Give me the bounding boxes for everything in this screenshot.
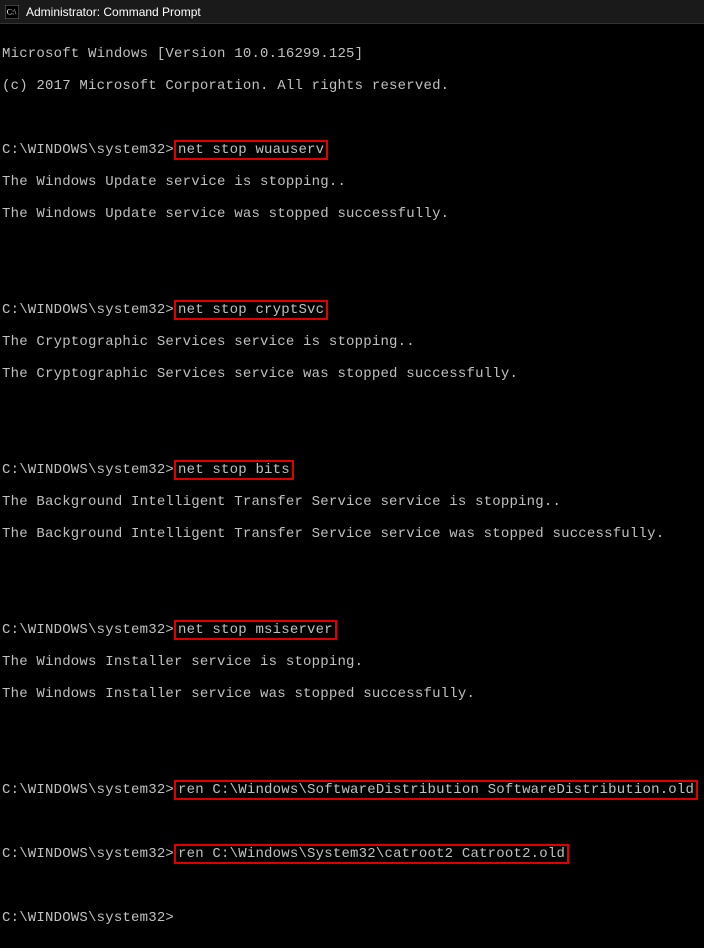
blank-line — [2, 750, 702, 766]
command-highlight: net stop cryptSvc — [174, 300, 328, 320]
copyright-line: (c) 2017 Microsoft Corporation. All righ… — [2, 78, 702, 94]
blank-line — [2, 398, 702, 414]
command-line: C:\WINDOWS\system32>net stop cryptSvc — [2, 302, 702, 318]
terminal-output[interactable]: Microsoft Windows [Version 10.0.16299.12… — [0, 24, 704, 948]
command-line: C:\WINDOWS\system32> — [2, 910, 702, 926]
output-line: The Windows Installer service is stoppin… — [2, 654, 702, 670]
blank-line — [2, 430, 702, 446]
blank-line — [2, 238, 702, 254]
blank-line — [2, 558, 702, 574]
prompt: C:\WINDOWS\system32> — [2, 782, 174, 798]
output-line: The Cryptographic Services service was s… — [2, 366, 702, 382]
command-highlight: net stop wuauserv — [174, 140, 328, 160]
version-line: Microsoft Windows [Version 10.0.16299.12… — [2, 46, 702, 62]
blank-line — [2, 270, 702, 286]
output-line: The Background Intelligent Transfer Serv… — [2, 494, 702, 510]
output-line: The Cryptographic Services service is st… — [2, 334, 702, 350]
command-highlight: ren C:\Windows\System32\catroot2 Catroot… — [174, 844, 569, 864]
command-highlight: net stop bits — [174, 460, 294, 480]
prompt: C:\WINDOWS\system32> — [2, 910, 174, 926]
window-titlebar: C:\ Administrator: Command Prompt — [0, 0, 704, 24]
command-highlight: ren C:\Windows\SoftwareDistribution Soft… — [174, 780, 698, 800]
blank-line — [2, 110, 702, 126]
prompt: C:\WINDOWS\system32> — [2, 846, 174, 862]
output-line: The Background Intelligent Transfer Serv… — [2, 526, 702, 542]
blank-line — [2, 718, 702, 734]
command-line: C:\WINDOWS\system32>ren C:\Windows\Softw… — [2, 782, 702, 798]
blank-line — [2, 814, 702, 830]
blank-line — [2, 878, 702, 894]
prompt: C:\WINDOWS\system32> — [2, 622, 174, 638]
blank-line — [2, 590, 702, 606]
command-line: C:\WINDOWS\system32>ren C:\Windows\Syste… — [2, 846, 702, 862]
cmd-icon: C:\ — [4, 4, 20, 20]
prompt: C:\WINDOWS\system32> — [2, 302, 174, 318]
output-line: The Windows Update service is stopping.. — [2, 174, 702, 190]
command-line: C:\WINDOWS\system32>net stop bits — [2, 462, 702, 478]
output-line: The Windows Installer service was stoppe… — [2, 686, 702, 702]
command-highlight: net stop msiserver — [174, 620, 337, 640]
prompt: C:\WINDOWS\system32> — [2, 462, 174, 478]
command-line: C:\WINDOWS\system32>net stop wuauserv — [2, 142, 702, 158]
window-title: Administrator: Command Prompt — [26, 5, 201, 19]
prompt: C:\WINDOWS\system32> — [2, 142, 174, 158]
svg-text:C:\: C:\ — [7, 7, 17, 16]
command-line: C:\WINDOWS\system32>net stop msiserver — [2, 622, 702, 638]
output-line: The Windows Update service was stopped s… — [2, 206, 702, 222]
